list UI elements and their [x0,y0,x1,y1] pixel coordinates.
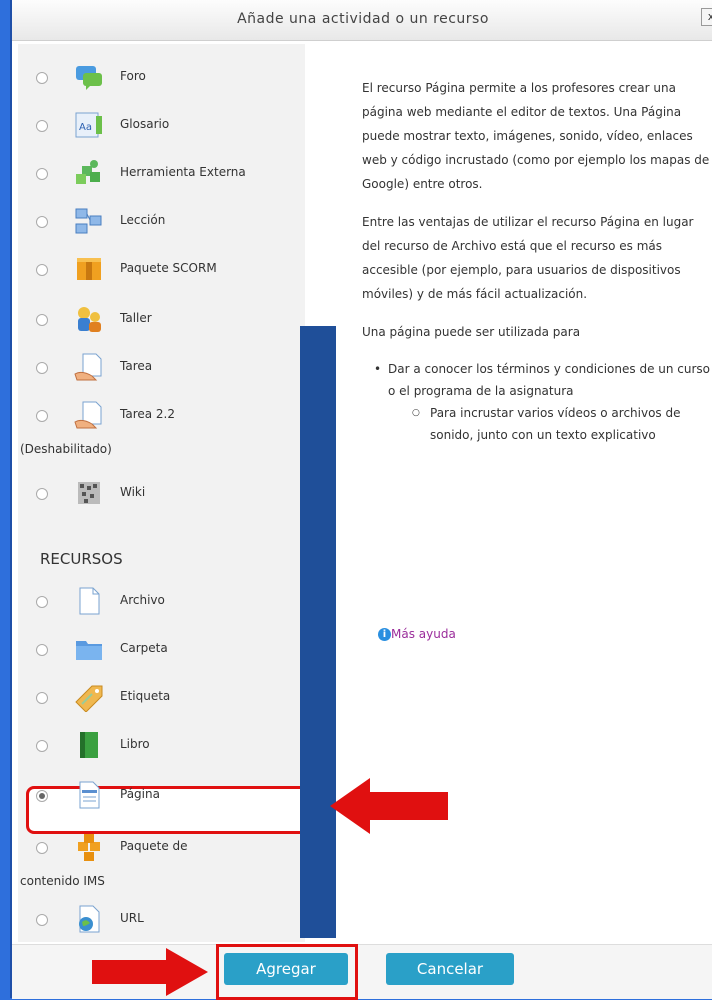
radio-button[interactable] [36,72,48,84]
file-icon [74,586,104,616]
resources-section-header: RECURSOS [40,550,123,568]
option-label: Wiki [120,485,146,499]
option-label: Paquete de [120,839,188,853]
dialog-title: Añade una actividad o un recurso [237,11,489,27]
glossary-icon: Aa [74,110,104,140]
option-label: Glosario [120,117,170,131]
scorm-package-icon [74,254,104,284]
wiki-icon [74,478,104,508]
option-url[interactable]: URL [18,896,305,940]
radio-button[interactable] [36,488,48,500]
description-sublist: Para incrustar varios vídeos o archivos … [388,402,712,446]
description-list: Dar a conocer los términos y condiciones… [362,358,712,446]
option-label: Carpeta [120,641,168,655]
label-tag-icon [74,682,104,712]
annotation-arrow-right [92,948,208,996]
radio-button[interactable] [36,362,48,374]
option-label: Tarea 2.2 [120,407,176,421]
list-item: Dar a conocer los términos y condiciones… [374,358,712,446]
more-help-link[interactable]: i Más ayuda [378,627,456,641]
svg-text:Aa: Aa [79,122,92,133]
folder-icon [74,634,104,664]
option-tarea-2-2[interactable]: Tarea 2.2 (Deshabilitado) [18,392,305,456]
option-tarea[interactable]: Tarea [18,344,305,388]
cancel-button[interactable]: Cancelar [386,953,514,985]
option-label: Etiqueta [120,689,171,703]
url-icon [74,904,104,934]
option-leccion[interactable]: Lección [18,198,305,242]
option-archivo[interactable]: Archivo [18,578,305,622]
description-paragraph: Una página puede ser utilizada para [362,325,581,339]
option-pagina[interactable]: Página [18,772,305,816]
option-paquete-ims[interactable]: Paquete de contenido IMS [18,824,305,888]
description-paragraph: Entre las ventajas de utilizar el recurs… [362,215,694,301]
radio-button[interactable] [36,168,48,180]
option-label: Tarea [120,359,153,373]
add-button[interactable]: Agregar [224,953,348,985]
lesson-icon [74,206,104,236]
radio-button-selected[interactable] [36,790,48,802]
assignment-icon [74,352,104,382]
radio-button[interactable] [36,914,48,926]
option-wiki[interactable]: Wiki [18,470,305,514]
option-label-secondary: contenido IMS [20,874,105,888]
workshop-icon [74,304,104,334]
option-label: Taller [120,311,152,325]
module-description: El recurso Página permite a los profesor… [362,76,712,446]
option-carpeta[interactable]: Carpeta [18,626,305,670]
puzzle-icon [74,158,104,188]
option-label: Paquete SCORM [120,261,217,275]
assignment-icon [74,400,104,430]
option-herramienta-externa[interactable]: Herramienta Externa [18,150,305,194]
module-chooser-list: Foro Aa Glosario Herramienta Externa Lec… [18,44,305,942]
list-item-text: Dar a conocer los términos y condiciones… [388,362,711,398]
page-icon [74,780,104,810]
option-libro[interactable]: Libro [18,722,305,766]
book-icon [74,730,104,760]
option-paquete-scorm[interactable]: Paquete SCORM [18,246,305,290]
radio-button[interactable] [36,740,48,752]
annotation-arrow-left [330,778,448,834]
option-label: Página [120,787,160,801]
more-help-label: Más ayuda [391,627,456,641]
option-taller[interactable]: Taller [18,296,305,340]
sublist-item: Para incrustar varios vídeos o archivos … [412,402,712,446]
radio-button[interactable] [36,314,48,326]
radio-button[interactable] [36,120,48,132]
close-button[interactable]: x [701,8,712,26]
option-label: URL [120,911,144,925]
dialog-titlebar: Añade una actividad o un recurso x [12,0,712,41]
option-label: Archivo [120,593,165,607]
add-activity-dialog: Añade una actividad o un recurso x Foro … [10,0,712,1000]
radio-button[interactable] [36,216,48,228]
option-label: Herramienta Externa [120,165,246,179]
radio-button[interactable] [36,264,48,276]
radio-button[interactable] [36,692,48,704]
option-label-secondary: (Deshabilitado) [20,442,112,456]
list-scrollbar[interactable] [300,326,336,938]
radio-button[interactable] [36,644,48,656]
option-label: Foro [120,69,146,83]
ims-package-icon [74,832,104,862]
option-label: Libro [120,737,150,751]
option-label: Lección [120,213,166,227]
radio-button[interactable] [36,410,48,422]
radio-button[interactable] [36,596,48,608]
radio-button[interactable] [36,842,48,854]
option-etiqueta[interactable]: Etiqueta [18,674,305,718]
forum-icon [74,62,104,92]
info-icon: i [378,628,391,641]
option-glosario[interactable]: Aa Glosario [18,102,305,146]
description-paragraph: El recurso Página permite a los profesor… [362,81,710,191]
option-foro[interactable]: Foro [18,54,305,98]
